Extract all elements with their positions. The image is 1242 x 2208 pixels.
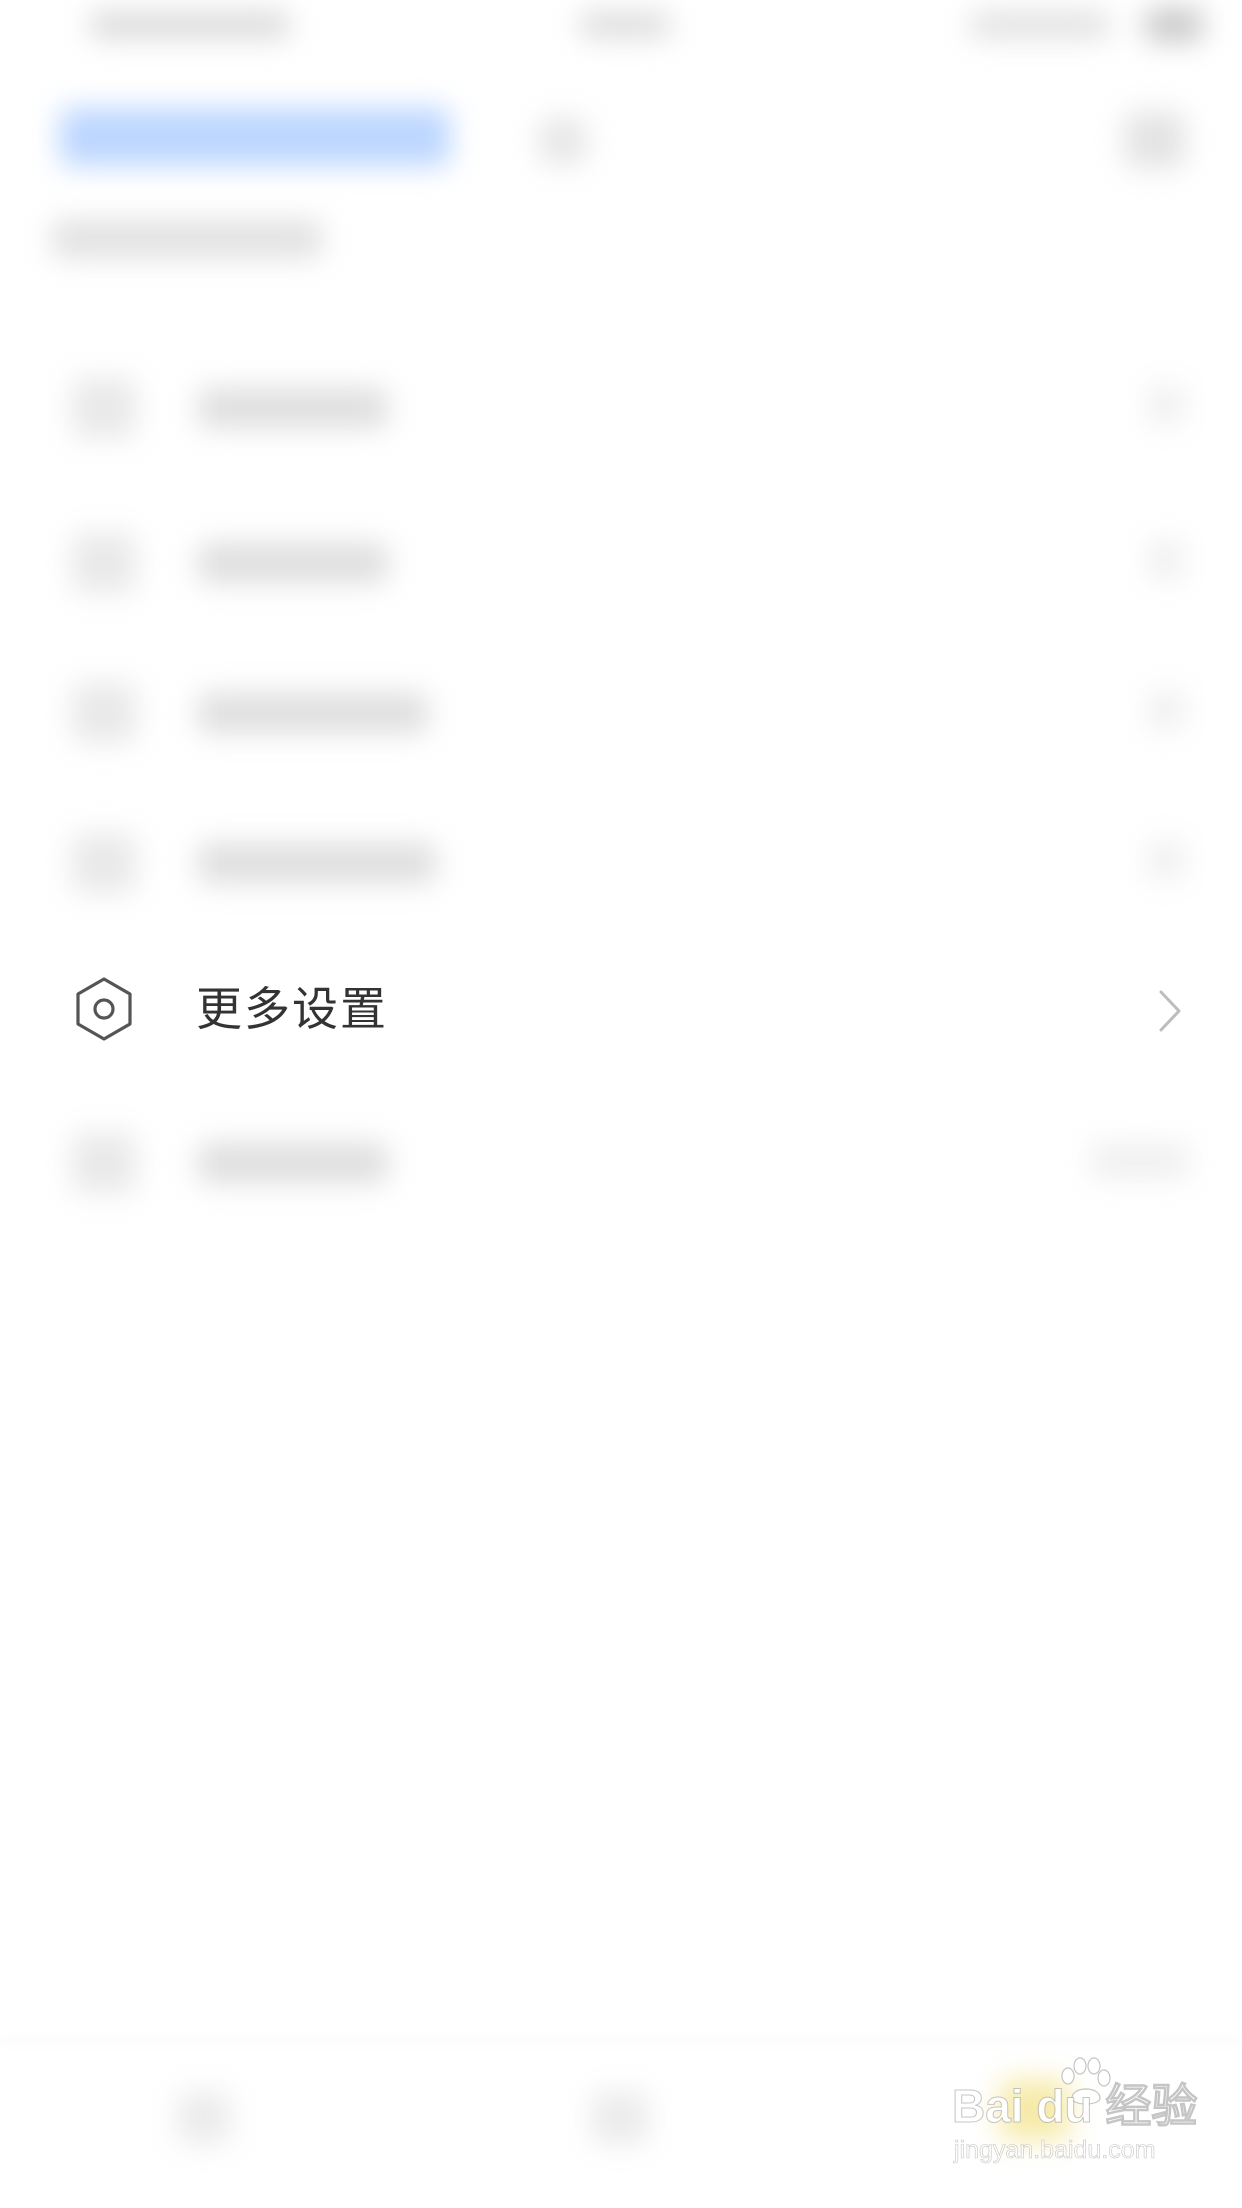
status-indicators <box>970 12 1110 38</box>
status-carrier <box>90 12 290 38</box>
blurred-list-item[interactable] <box>0 1085 1242 1235</box>
blurred-row-icon <box>72 683 136 743</box>
blurred-account-button[interactable] <box>60 108 450 166</box>
blurred-nav-icon[interactable] <box>178 2092 230 2144</box>
blurred-list-item[interactable] <box>0 330 1242 480</box>
blurred-list-item[interactable] <box>0 635 1242 785</box>
blurred-chevron-icon <box>1148 385 1184 425</box>
blurred-list-item[interactable] <box>0 785 1242 935</box>
baidu-jingyan-watermark: Bai du 经验 jingyan.baidu.com <box>951 2057 1198 2180</box>
blurred-row-label <box>198 1143 388 1183</box>
header <box>0 60 1242 290</box>
blurred-list-item[interactable] <box>0 485 1242 635</box>
blurred-section-title <box>52 220 322 258</box>
settings-screen: 更多设置 Bai du 经验 jingyan.baidu.com <box>0 0 1242 2208</box>
blurred-header-action-icon[interactable] <box>1125 112 1185 168</box>
blurred-row-icon <box>72 533 136 593</box>
blurred-row-icon <box>72 833 136 893</box>
more-settings-label: 更多设置 <box>196 982 388 1036</box>
watermark-url: jingyan.baidu.com <box>954 2136 1156 2165</box>
blurred-row-icon <box>72 378 136 438</box>
watermark-brand: Bai du 经验 <box>951 2080 1198 2133</box>
blurred-chevron-icon <box>1148 690 1184 730</box>
nav-divider <box>0 2040 1242 2042</box>
blurred-row-label <box>198 543 388 583</box>
more-settings-item[interactable] <box>0 935 1242 1085</box>
blurred-row-icon <box>72 1133 136 1193</box>
status-time <box>580 12 670 38</box>
blurred-chevron-icon <box>1148 840 1184 880</box>
blurred-nav-icon[interactable] <box>592 2092 648 2144</box>
status-bar <box>0 0 1242 60</box>
hexagon-settings-icon <box>76 977 132 1041</box>
blurred-chevron-icon <box>1148 540 1184 580</box>
blurred-row-value <box>1090 1143 1190 1179</box>
blurred-header-icon[interactable] <box>540 118 586 164</box>
blurred-row-label <box>198 388 388 428</box>
chevron-right-icon <box>1159 990 1181 1032</box>
blurred-row-label <box>198 693 428 733</box>
blurred-row-label <box>198 843 436 883</box>
battery-icon <box>1145 8 1203 42</box>
